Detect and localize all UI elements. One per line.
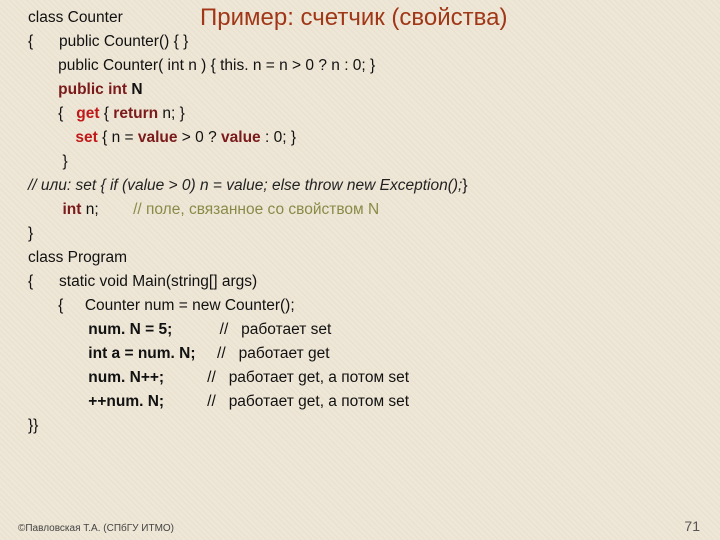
code-line: } [28, 150, 700, 174]
code-line: } [28, 222, 700, 246]
code-line: public Counter( int n ) { this. n = n > … [28, 54, 700, 78]
code-line: { public Counter() { } [28, 30, 700, 54]
code-line: { Counter num = new Counter(); [28, 294, 700, 318]
code-line: // или: set { if (value > 0) n = value; … [28, 174, 700, 198]
code-line: public int N [28, 78, 700, 102]
page-number: 71 [684, 518, 700, 534]
code-line: ++num. N; // работает get, а потом set [28, 390, 700, 414]
code-line: num. N++; // работает get, а потом set [28, 366, 700, 390]
slide-title: Пример: счетчик (свойства) [200, 4, 507, 32]
code-line: { static void Main(string[] args) [28, 270, 700, 294]
code-line: set { n = value > 0 ? value : 0; } [28, 126, 700, 150]
code-line: { get { return n; } [28, 102, 700, 126]
code-line: }} [28, 414, 700, 438]
code-block: class Counter { public Counter() { } pub… [0, 0, 720, 438]
code-line: int n; // поле, связанное со свойством N [28, 198, 700, 222]
footer-copyright: ©Павловская Т.А. (СПбГУ ИТМО) [18, 523, 174, 534]
code-line: num. N = 5; // работает set [28, 318, 700, 342]
code-line: int a = num. N; // работает get [28, 342, 700, 366]
code-line: class Program [28, 246, 700, 270]
